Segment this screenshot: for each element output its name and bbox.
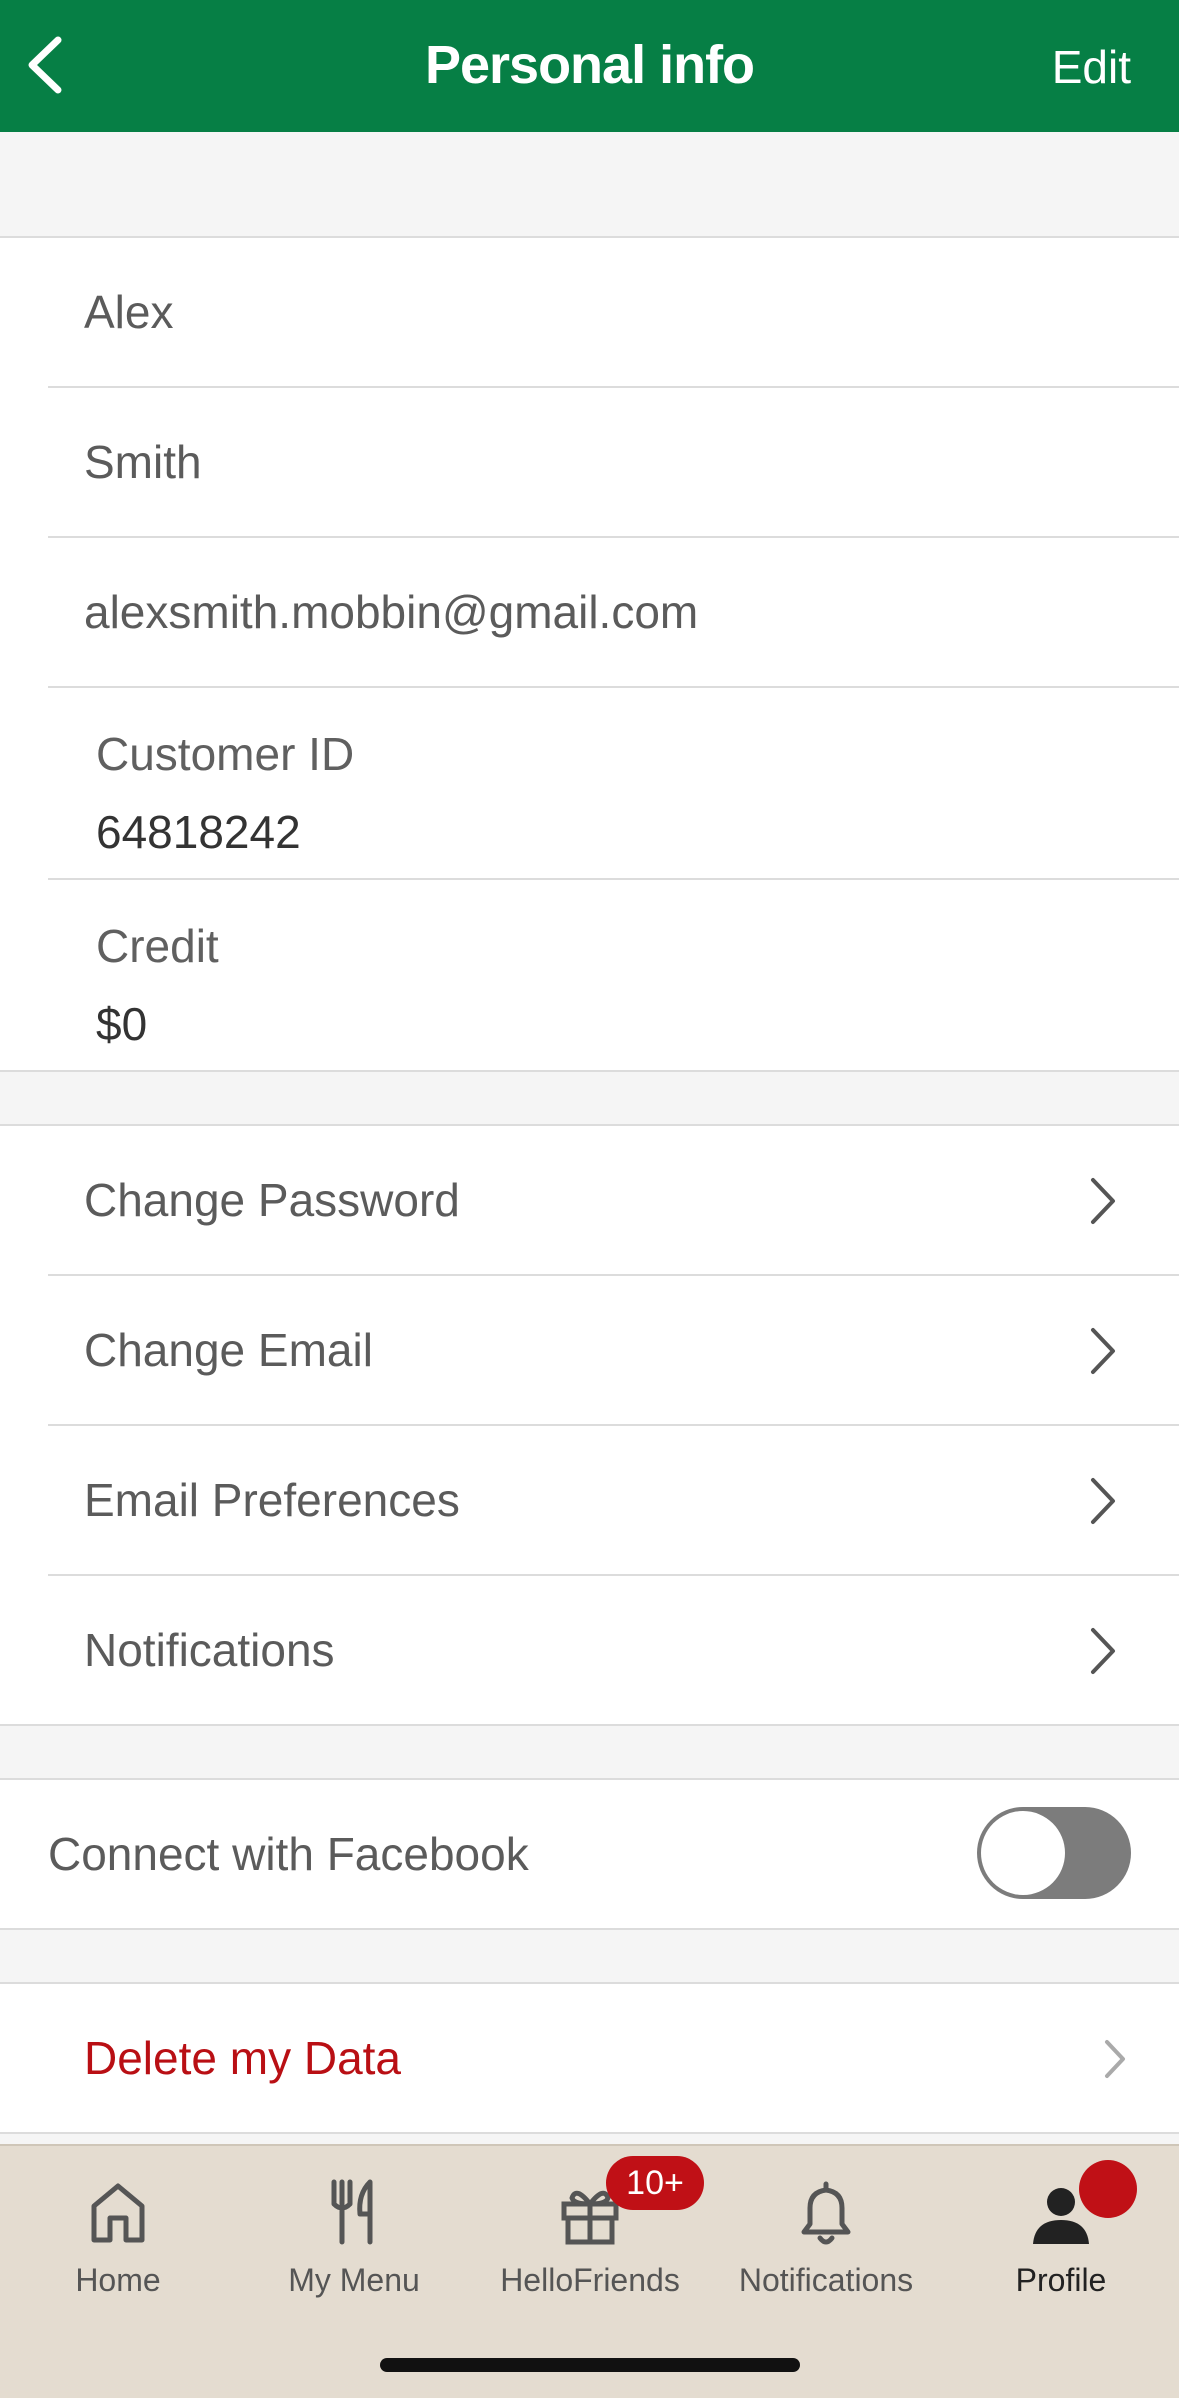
toggle-knob — [981, 1811, 1065, 1895]
email-preferences-row[interactable]: Email Preferences — [48, 1426, 1179, 1576]
tab-home[interactable]: Home — [0, 2146, 236, 2326]
tab-my-menu[interactable]: My Menu — [236, 2146, 472, 2326]
tab-my-menu-label: My Menu — [288, 2262, 420, 2298]
tab-home-label: Home — [75, 2262, 161, 2298]
home-indicator — [380, 2358, 800, 2372]
chevron-right-icon — [1091, 1328, 1115, 1374]
credit-row: Credit $0 — [48, 880, 1179, 1070]
customer-id-value: 64818242 — [96, 806, 301, 858]
edit-button[interactable]: Edit — [1052, 32, 1131, 102]
tab-notifications[interactable]: Notifications — [708, 2146, 944, 2326]
credit-label: Credit — [96, 920, 219, 972]
delete-data-label: Delete my Data — [84, 2032, 402, 2084]
account-settings-section: Change Password Change Email Email Prefe… — [0, 1124, 1179, 1726]
home-icon — [91, 2183, 145, 2243]
tab-profile-label: Profile — [1015, 2262, 1107, 2298]
chevron-right-icon — [1105, 2040, 1125, 2078]
tab-profile[interactable]: Profile — [943, 2146, 1179, 2326]
delete-data-section: Delete my Data — [0, 1982, 1179, 2134]
connect-facebook-row: Connect with Facebook — [0, 1780, 1179, 1928]
customer-id-row: Customer ID 64818242 — [48, 688, 1179, 880]
notifications-row[interactable]: Notifications — [48, 1576, 1179, 1724]
email-value: alexsmith.mobbin@gmail.com — [84, 586, 699, 638]
connect-facebook-label: Connect with Facebook — [48, 1828, 529, 1880]
email-preferences-label: Email Preferences — [84, 1474, 460, 1526]
profile-info-section: Alex Smith alexsmith.mobbin@gmail.com Cu… — [0, 236, 1179, 1072]
tab-notifications-label: Notifications — [738, 2262, 914, 2298]
tab-hellofriends-label: HelloFriends — [500, 2262, 680, 2298]
facebook-toggle[interactable] — [977, 1807, 1131, 1899]
credit-value: $0 — [96, 998, 148, 1050]
email-row: alexsmith.mobbin@gmail.com — [48, 538, 1179, 688]
change-password-label: Change Password — [84, 1174, 460, 1226]
chevron-right-icon — [1091, 1178, 1115, 1224]
page-title: Personal info — [424, 35, 755, 95]
first-name-value: Alex — [84, 286, 174, 338]
change-password-row[interactable]: Change Password — [48, 1126, 1179, 1276]
bottom-tab-bar: Home My Menu 10+ HelloFriends Notificati… — [0, 2144, 1179, 2398]
facebook-section: Connect with Facebook — [0, 1778, 1179, 1930]
hellofriends-badge: 10+ — [606, 2156, 704, 2210]
customer-id-label: Customer ID — [96, 728, 355, 780]
notifications-label: Notifications — [84, 1624, 335, 1676]
change-email-label: Change Email — [84, 1324, 373, 1376]
chevron-right-icon — [1091, 1628, 1115, 1674]
last-name-value: Smith — [84, 436, 202, 488]
fork-knife-icon — [331, 2179, 373, 2245]
bell-icon — [801, 2181, 851, 2245]
profile-notification-dot — [1079, 2160, 1137, 2218]
delete-data-row[interactable]: Delete my Data — [48, 1984, 1179, 2132]
top-app-bar: Personal info Edit — [0, 0, 1179, 132]
tab-hellofriends[interactable]: 10+ HelloFriends — [472, 2146, 708, 2326]
chevron-right-icon — [1091, 1478, 1115, 1524]
last-name-row: Smith — [48, 388, 1179, 538]
first-name-row: Alex — [48, 238, 1179, 388]
change-email-row[interactable]: Change Email — [48, 1276, 1179, 1426]
